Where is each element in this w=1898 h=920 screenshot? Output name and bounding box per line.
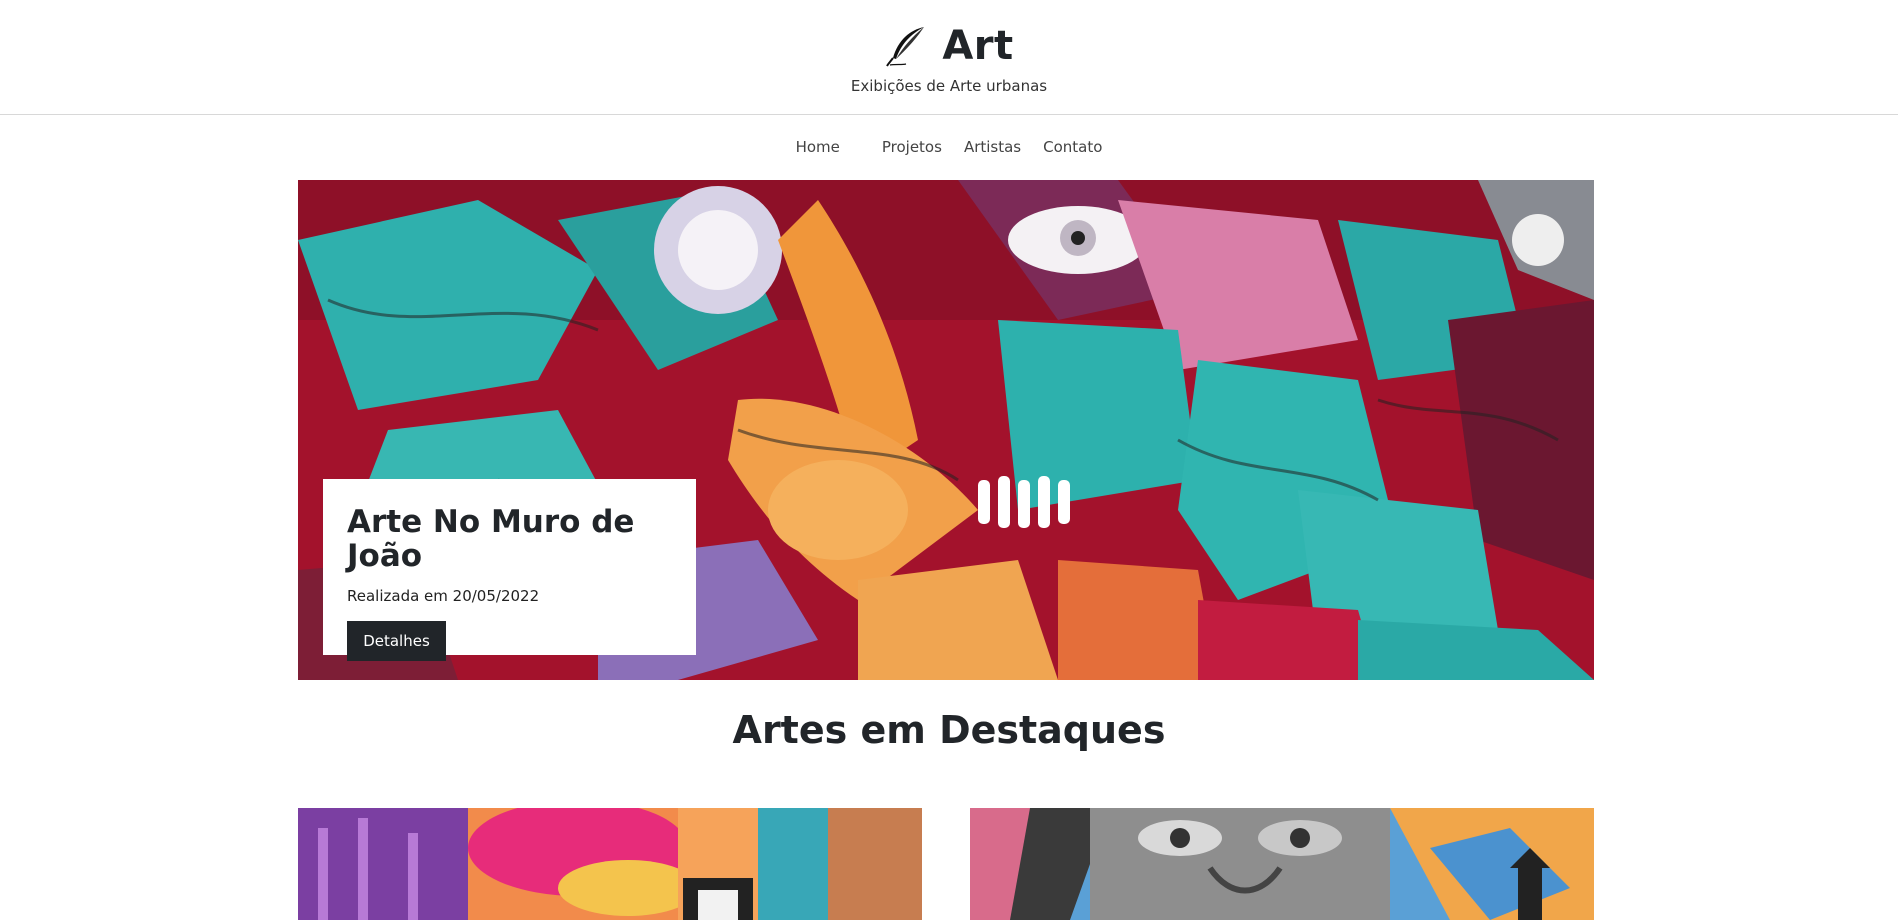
nav-home[interactable]: Home: [796, 134, 840, 160]
portrait-mural-image: [970, 808, 1594, 920]
hero-title: Arte No Muro de João: [347, 504, 635, 575]
colorful-mural-image: [298, 808, 922, 920]
featured-card-1[interactable]: [298, 808, 922, 920]
main-nav: Home Projetos Artistas Contato: [0, 115, 1898, 179]
nav-contato[interactable]: Contato: [1043, 134, 1102, 160]
details-button[interactable]: Detalhes: [347, 621, 446, 662]
site-header: Art Exibições de Arte urbanas: [0, 0, 1898, 115]
featured-card-2[interactable]: [970, 808, 1594, 920]
site-subtitle: Exibições de Arte urbanas: [850, 77, 1048, 95]
featured-section-title: Artes em Destaques: [732, 708, 1166, 752]
hero-banner: Arte No Muro de João Realizada em 20/05/…: [298, 180, 1594, 680]
brand[interactable]: Art: [884, 23, 1013, 69]
hero-date: Realizada em 20/05/2022: [347, 587, 540, 606]
nav-projetos[interactable]: Projetos: [882, 134, 942, 160]
nav-artistas[interactable]: Artistas: [964, 134, 1021, 160]
feather-icon: [886, 27, 925, 67]
brand-title: Art: [942, 23, 1014, 69]
hero-card: Arte No Muro de João Realizada em 20/05/…: [323, 479, 696, 662]
